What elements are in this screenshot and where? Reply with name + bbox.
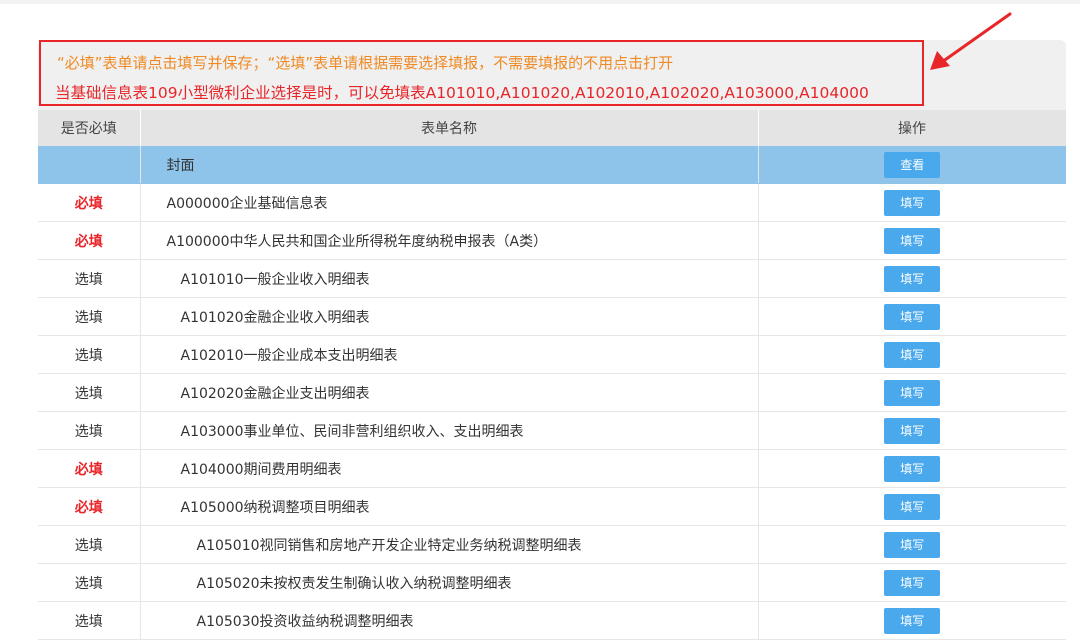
form-name: A101020金融企业收入明细表 — [140, 297, 758, 336]
table-row: 选填 A102020金融企业支出明细表 填写 — [38, 373, 1066, 412]
action-cell: 填写 — [757, 601, 1066, 640]
table-row: 选填 A103000事业单位、民间非营利组织收入、支出明细表 填写 — [38, 411, 1066, 450]
form-name: A102010一般企业成本支出明细表 — [140, 335, 758, 374]
required-status: 选填 — [38, 259, 141, 298]
required-status: 选填 — [38, 373, 141, 412]
form-name: A100000中华人民共和国企业所得税年度纳税申报表（A类） — [140, 221, 758, 260]
action-cell: 填写 — [757, 373, 1066, 412]
table-header-row: 是否必填 表单名称 操作 — [38, 110, 1067, 146]
required-status: 选填 — [38, 297, 141, 336]
header-required: 是否必填 — [38, 110, 141, 146]
fill-button[interactable]: 填写 — [884, 569, 941, 596]
fill-button[interactable]: 填写 — [884, 341, 941, 368]
table-row: 选填 A105020未按权责发生制确认收入纳税调整明细表 填写 — [38, 563, 1066, 602]
fill-button[interactable]: 填写 — [884, 493, 941, 520]
fill-button[interactable]: 填写 — [884, 265, 941, 292]
header-form-name: 表单名称 — [140, 110, 759, 146]
fill-button[interactable]: 填写 — [884, 531, 941, 558]
required-status: 选填 — [38, 335, 141, 374]
notice-box: “必填”表单请点击填写并保存；“选填”表单请根据需要选择填报，不需要填报的不用点… — [39, 40, 924, 106]
form-name: A103000事业单位、民间非营利组织收入、支出明细表 — [140, 411, 758, 450]
action-cell: 填写 — [757, 183, 1066, 222]
table-row: 必填 A000000企业基础信息表 填写 — [38, 183, 1066, 222]
form-name: 封面 — [140, 146, 758, 184]
form-name: A104000期间费用明细表 — [140, 449, 758, 488]
action-cell: 填写 — [757, 221, 1066, 260]
required-status: 必填 — [38, 487, 141, 526]
required-status — [38, 146, 141, 184]
action-cell: 填写 — [757, 449, 1066, 488]
red-arrow-icon — [930, 12, 1012, 70]
required-status: 必填 — [38, 221, 141, 260]
table-row: 选填 A102010一般企业成本支出明细表 填写 — [38, 335, 1066, 374]
action-cell: 填写 — [757, 563, 1066, 602]
notice-line-required-optional: “必填”表单请点击填写并保存；“选填”表单请根据需要选择填报，不需要填报的不用点… — [57, 54, 674, 72]
fill-button[interactable]: 填写 — [884, 379, 941, 406]
action-cell: 填写 — [757, 297, 1066, 336]
form-name: A102020金融企业支出明细表 — [140, 373, 758, 412]
form-name: A105020未按权责发生制确认收入纳税调整明细表 — [140, 563, 758, 602]
action-cell: 填写 — [757, 335, 1066, 374]
form-name: A000000企业基础信息表 — [140, 183, 758, 222]
fill-button[interactable]: 填写 — [884, 303, 941, 330]
action-cell: 填写 — [757, 411, 1066, 450]
required-status: 必填 — [38, 183, 141, 222]
table-row: 选填 A101020金融企业收入明细表 填写 — [38, 297, 1066, 336]
table-row: 选填 A105010视同销售和房地产开发企业特定业务纳税调整明细表 填写 — [38, 525, 1066, 564]
action-cell: 填写 — [757, 259, 1066, 298]
top-strip — [0, 0, 1080, 4]
table-row: 选填 A105030投资收益纳税调整明细表 填写 — [38, 601, 1066, 640]
action-cell: 查看 — [757, 146, 1066, 184]
table-row: 必填 A104000期间费用明细表 填写 — [38, 449, 1066, 488]
notice-line-small-enterprise-exemption: 当基础信息表109小型微利企业选择是时，可以免填表A101010,A101020… — [55, 84, 869, 102]
table-row: 封面 查看 — [38, 146, 1066, 184]
action-cell: 填写 — [757, 487, 1066, 526]
form-name: A105010视同销售和房地产开发企业特定业务纳税调整明细表 — [140, 525, 758, 564]
form-name: A105030投资收益纳税调整明细表 — [140, 601, 758, 640]
required-status: 选填 — [38, 563, 141, 602]
header-action: 操作 — [758, 110, 1067, 146]
fill-button[interactable]: 填写 — [884, 189, 941, 216]
view-button[interactable]: 查看 — [884, 151, 941, 178]
action-cell: 填写 — [757, 525, 1066, 564]
fill-button[interactable]: 填写 — [884, 455, 941, 482]
table-row: 选填 A101010一般企业收入明细表 填写 — [38, 259, 1066, 298]
required-status: 选填 — [38, 411, 141, 450]
table-row: 必填 A105000纳税调整项目明细表 填写 — [38, 487, 1066, 526]
form-name: A105000纳税调整项目明细表 — [140, 487, 758, 526]
forms-table: 是否必填 表单名称 操作 封面 查看 必填 A000000企业基础信息表 填写 必填 A10… — [38, 110, 1067, 640]
fill-button[interactable]: 填写 — [884, 227, 941, 254]
fill-button[interactable]: 填写 — [884, 607, 941, 634]
required-status: 必填 — [38, 449, 141, 488]
table-row: 必填 A100000中华人民共和国企业所得税年度纳税申报表（A类） 填写 — [38, 221, 1066, 260]
form-name: A101010一般企业收入明细表 — [140, 259, 758, 298]
required-status: 选填 — [38, 525, 141, 564]
required-status: 选填 — [38, 601, 141, 640]
fill-button[interactable]: 填写 — [884, 417, 941, 444]
